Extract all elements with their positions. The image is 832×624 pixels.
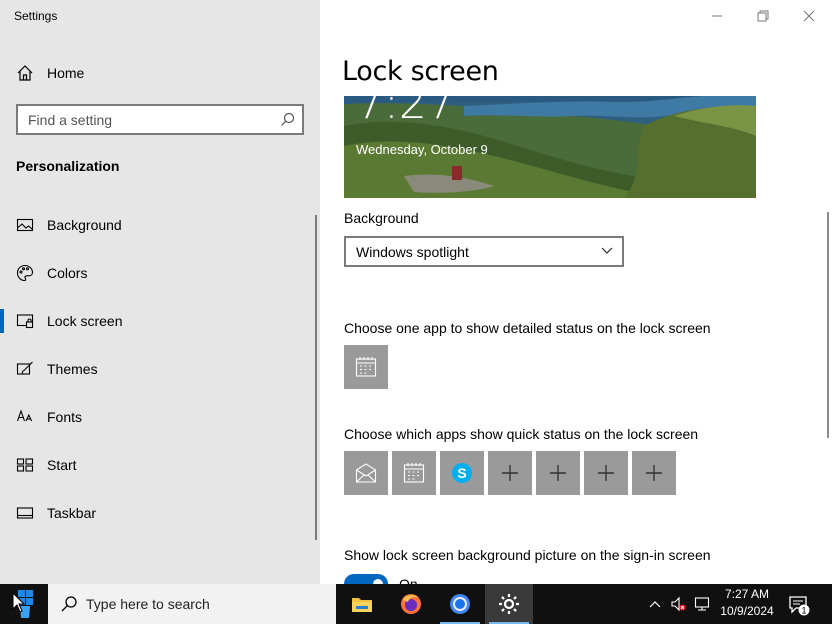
- detailed-status-label: Choose one app to show detailed status o…: [344, 320, 711, 336]
- brush-icon: [16, 361, 33, 375]
- plus-icon: [502, 465, 518, 481]
- home-label: Home: [47, 65, 85, 81]
- settings-gear-icon: [499, 594, 519, 614]
- sidebar-item-colors[interactable]: Colors: [0, 253, 310, 293]
- fonts-icon: [16, 409, 33, 422]
- mail-icon: [355, 463, 377, 483]
- taskbar-clock[interactable]: 7:27 AM 10/9/2024: [716, 586, 778, 620]
- plus-icon: [550, 465, 566, 481]
- sidebar-item-label: Lock screen: [47, 313, 123, 329]
- quick-status-add-button[interactable]: [488, 451, 532, 495]
- clock-date: 10/9/2024: [720, 604, 774, 618]
- taskbar-icon: [16, 507, 34, 519]
- clock-time: 7:27 AM: [724, 587, 770, 601]
- notification-icon: 1: [789, 596, 810, 616]
- sidebar-item-label: Taskbar: [47, 505, 97, 521]
- taskbar: 7:27 AM 10/9/2024 1: [0, 584, 832, 624]
- sidebar-item-lock-screen[interactable]: Lock screen: [0, 301, 310, 341]
- preview-date: Wednesday, October 9: [356, 142, 488, 157]
- preview-time: 7:27: [356, 96, 455, 129]
- sidebar-item-background[interactable]: Background: [0, 205, 310, 245]
- network-icon[interactable]: [694, 596, 710, 612]
- background-dropdown[interactable]: Windows spotlight: [344, 236, 624, 267]
- main-scrollbar[interactable]: [827, 212, 829, 438]
- home-icon: [17, 65, 33, 81]
- lock-screen-preview: 7:27 Wednesday, October 9: [344, 96, 756, 198]
- sidebar-item-themes[interactable]: Themes: [0, 349, 310, 389]
- taskbar-file-explorer[interactable]: [338, 584, 386, 624]
- restore-icon: [757, 10, 769, 22]
- detailed-status-app-button[interactable]: [344, 345, 388, 389]
- quick-status-app-mail[interactable]: [344, 451, 388, 495]
- search-icon: [61, 596, 77, 612]
- quick-status-app-skype[interactable]: S: [440, 451, 484, 495]
- background-label: Background: [344, 210, 419, 226]
- sidebar-item-taskbar[interactable]: Taskbar: [0, 493, 310, 533]
- search-icon[interactable]: [280, 112, 295, 127]
- calendar-icon: [403, 463, 425, 483]
- find-setting-search[interactable]: [16, 104, 304, 135]
- picture-icon: [16, 218, 34, 232]
- close-icon: [803, 10, 815, 22]
- taskbar-settings[interactable]: [485, 584, 533, 624]
- mouse-cursor-icon: [12, 592, 26, 613]
- window-title: Settings: [14, 9, 58, 23]
- file-explorer-icon: [352, 598, 372, 612]
- quick-status-add-button[interactable]: [632, 451, 676, 495]
- minimize-icon: [712, 15, 722, 17]
- start-grid-icon: [16, 458, 34, 472]
- taskbar-chrome[interactable]: [436, 584, 484, 624]
- taskbar-firefox[interactable]: [387, 584, 435, 624]
- restore-button[interactable]: [740, 0, 786, 32]
- sidebar: Settings Home Personalization Background…: [0, 0, 320, 584]
- quick-status-add-button[interactable]: [584, 451, 628, 495]
- sidebar-item-start[interactable]: Start: [0, 445, 310, 485]
- signin-background-label: Show lock screen background picture on t…: [344, 547, 711, 563]
- page-title: Lock screen: [342, 56, 499, 87]
- skype-icon: S: [452, 463, 472, 483]
- taskbar-search[interactable]: [48, 584, 336, 624]
- svg-text:S: S: [457, 465, 466, 481]
- background-value: Windows spotlight: [356, 244, 469, 260]
- notification-count: 1: [801, 606, 806, 616]
- section-title: Personalization: [16, 158, 120, 174]
- chevron-up-icon[interactable]: [647, 596, 663, 612]
- taskbar-search-input[interactable]: [86, 592, 326, 616]
- quick-status-app-calendar[interactable]: [392, 451, 436, 495]
- plus-icon: [646, 465, 662, 481]
- close-button[interactable]: [786, 0, 832, 32]
- chrome-icon: [450, 594, 470, 614]
- sidebar-item-label: Background: [47, 217, 122, 233]
- sidebar-scrollbar[interactable]: [315, 215, 317, 540]
- chevron-down-icon: [601, 247, 613, 254]
- sidebar-item-label: Colors: [47, 265, 88, 281]
- plus-icon: [598, 465, 614, 481]
- calendar-icon: [355, 357, 377, 377]
- sidebar-item-fonts[interactable]: Fonts: [0, 397, 310, 437]
- sidebar-item-label: Start: [47, 457, 77, 473]
- notification-center-button[interactable]: 1: [788, 594, 810, 616]
- sidebar-item-label: Fonts: [47, 409, 83, 425]
- lock-screen-icon: [16, 314, 34, 329]
- quick-status-add-button[interactable]: [536, 451, 580, 495]
- firefox-icon: [401, 594, 421, 614]
- find-setting-input[interactable]: [18, 106, 268, 133]
- quick-status-label: Choose which apps show quick status on t…: [344, 426, 699, 442]
- minimize-button[interactable]: [694, 0, 740, 32]
- sidebar-item-label: Themes: [47, 361, 98, 377]
- volume-muted-icon[interactable]: [670, 596, 686, 612]
- palette-icon: [16, 264, 34, 282]
- home-nav-item[interactable]: Home: [0, 58, 310, 88]
